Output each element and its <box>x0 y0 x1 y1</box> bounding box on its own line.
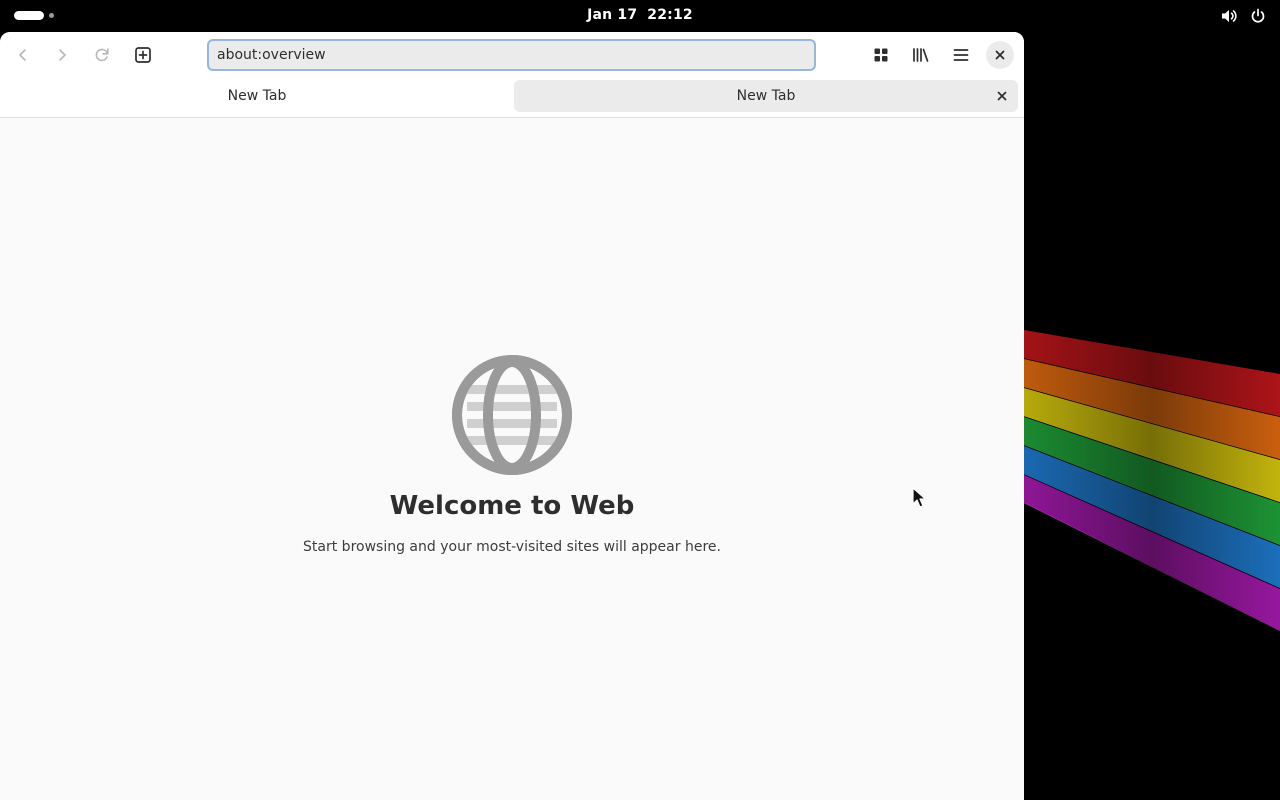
volume-icon <box>1220 8 1238 24</box>
new-tab-icon <box>135 47 151 63</box>
welcome-title: Welcome to Web <box>389 491 635 521</box>
tab-new-tab-2[interactable]: New Tab <box>514 80 1018 112</box>
power-icon <box>1250 8 1266 24</box>
back-button[interactable] <box>8 40 38 70</box>
hamburger-menu-icon <box>953 49 969 61</box>
tab-new-tab-1[interactable]: New Tab <box>6 80 508 112</box>
browser-window: New Tab New Tab Welcome to Web S <box>0 32 1024 800</box>
tab-close-button[interactable] <box>994 88 1010 104</box>
chevron-right-icon <box>59 49 66 61</box>
clock-date: Jan 17 <box>587 7 638 23</box>
desktop-wallpaper <box>1024 330 1280 633</box>
globe-icon <box>452 355 572 475</box>
welcome-subtitle: Start browsing and your most-visited sit… <box>303 539 721 555</box>
reload-button[interactable] <box>87 40 117 70</box>
tab-label: New Tab <box>227 88 287 104</box>
top-bar: Jan 17 22:12 <box>0 0 1280 32</box>
clock-time: 22:12 <box>647 7 693 23</box>
mouse-cursor-icon <box>912 487 926 508</box>
close-icon <box>997 91 1007 101</box>
close-icon <box>995 50 1005 60</box>
chevron-left-icon <box>19 49 26 61</box>
tab-label: New Tab <box>736 88 796 104</box>
url-input[interactable] <box>209 41 814 69</box>
system-tray[interactable] <box>1220 7 1266 25</box>
window-close-button[interactable] <box>986 41 1014 69</box>
clock[interactable]: Jan 17 22:12 <box>0 7 1280 23</box>
library-button[interactable] <box>906 40 936 70</box>
url-bar[interactable] <box>207 39 816 71</box>
overview-page: Welcome to Web Start browsing and your m… <box>0 119 1024 800</box>
header-bar: New Tab New Tab <box>0 32 1024 118</box>
new-tab-button[interactable] <box>128 40 158 70</box>
tab-strip: New Tab New Tab <box>0 78 1024 118</box>
reload-icon <box>95 48 109 62</box>
main-menu-button[interactable] <box>946 40 976 70</box>
tabs-overview-button[interactable] <box>866 40 896 70</box>
forward-button[interactable] <box>47 40 77 70</box>
library-icon <box>913 48 929 62</box>
grid-icon <box>874 48 888 62</box>
